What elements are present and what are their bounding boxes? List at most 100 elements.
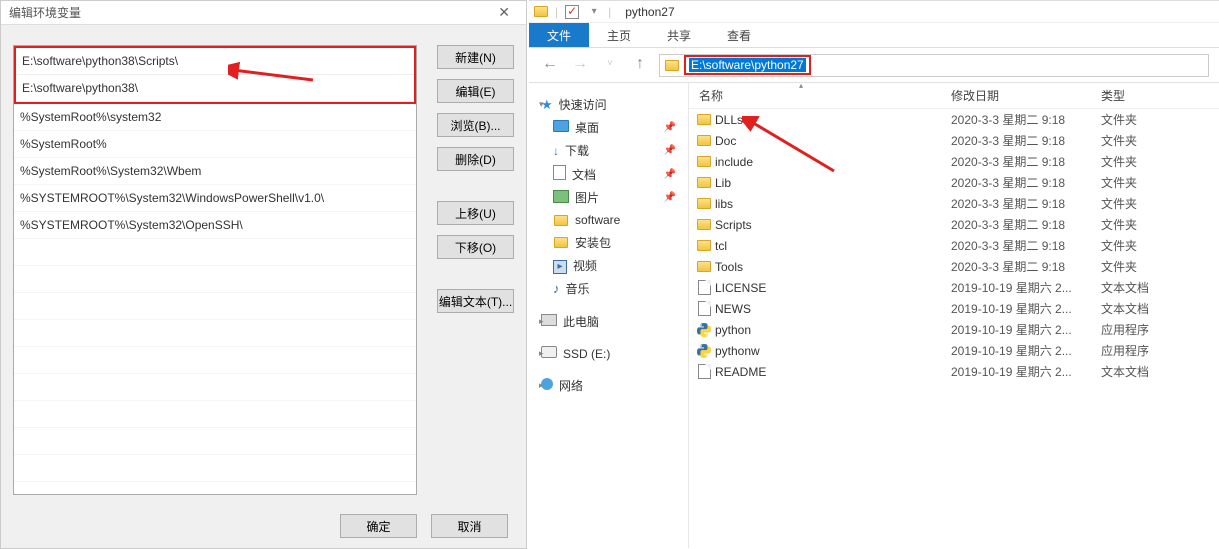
sidebar-item-software[interactable]: software [535,209,682,231]
file-row[interactable]: Scripts2020-3-3 星期二 9:18文件夹 [689,214,1219,235]
file-row[interactable]: Doc2020-3-3 星期二 9:18文件夹 [689,130,1219,151]
file-row[interactable]: pythonw2019-10-19 星期六 2...应用程序 [689,340,1219,361]
file-name: NEWS [713,302,951,316]
env-path-item[interactable]: %SystemRoot%\System32\Wbem [14,158,416,185]
col-name[interactable]: 名称 [695,87,951,104]
env-path-empty[interactable] [14,239,416,266]
tab-home[interactable]: 主页 [589,23,649,47]
env-path-empty[interactable] [14,401,416,428]
env-path-empty[interactable] [14,347,416,374]
sidebar-network[interactable]: ▸网络 [535,374,682,397]
env-path-item[interactable]: %SYSTEMROOT%\System32\OpenSSH\ [14,212,416,239]
python-icon [697,323,711,337]
download-icon [553,144,559,158]
file-type: 文件夹 [1101,111,1181,128]
env-path-empty[interactable] [14,482,416,495]
file-row[interactable]: tcl2020-3-3 星期二 9:18文件夹 [689,235,1219,256]
pin-icon: 📌 [664,122,676,133]
separator: | [555,5,558,19]
separator: | [608,5,611,19]
sidebar-label: 图片 [575,189,599,206]
pin-icon: 📌 [664,145,676,156]
col-type[interactable]: 类型 [1101,87,1181,104]
env-path-item[interactable]: %SYSTEMROOT%\System32\WindowsPowerShell\… [14,185,416,212]
move-down-button[interactable]: 下移(O) [437,235,514,259]
env-path-list[interactable]: E:\software\python38\Scripts\ E:\softwar… [13,45,417,495]
sidebar-item-pictures[interactable]: 图片 📌 [535,186,682,209]
nav-toolbar: ← → ˅ ↑ E:\software\python27 [529,48,1219,83]
new-button[interactable]: 新建(N) [437,45,514,69]
env-path-item[interactable]: %SystemRoot% [14,131,416,158]
file-row[interactable]: python2019-10-19 星期六 2...应用程序 [689,319,1219,340]
sidebar-item-videos[interactable]: 视频 [535,254,682,277]
ok-button[interactable]: 确定 [340,514,417,538]
edit-text-button[interactable]: 编辑文本(T)... [437,289,514,313]
file-row[interactable]: include2020-3-3 星期二 9:18文件夹 [689,151,1219,172]
file-name: Lib [713,176,951,190]
env-path-item[interactable]: %SystemRoot%\system32 [14,104,416,131]
file-row[interactable]: NEWS2019-10-19 星期六 2...文本文档 [689,298,1219,319]
address-bar[interactable]: E:\software\python27 [659,54,1209,77]
up-button[interactable]: ↑ [629,54,651,76]
sidebar-label: 此电脑 [563,313,599,330]
dropdown-icon[interactable]: ▾ [586,4,602,20]
sidebar-this-pc[interactable]: ▸ 此电脑 [535,310,682,333]
tab-view[interactable]: 查看 [709,23,769,47]
file-row[interactable]: Tools2020-3-3 星期二 9:18文件夹 [689,256,1219,277]
env-path-empty[interactable] [14,293,416,320]
file-date: 2020-3-3 星期二 9:18 [951,216,1101,233]
file-explorer: | ▾ | python27 文件 主页 共享 查看 ← → ˅ ↑ E:\so… [529,0,1219,549]
sidebar-item-desktop[interactable]: 桌面 📌 [535,116,682,139]
sidebar-label: 文档 [572,166,596,183]
cancel-button[interactable]: 取消 [431,514,508,538]
env-path-item[interactable]: E:\software\python38\ [16,75,414,102]
tab-share[interactable]: 共享 [649,23,709,47]
sidebar-item-documents[interactable]: 文档 📌 [535,162,682,186]
file-type: 文件夹 [1101,153,1181,170]
sidebar-label: 桌面 [575,119,599,136]
tab-file[interactable]: 文件 [529,23,589,47]
forward-button[interactable]: → [569,54,591,76]
env-path-empty[interactable] [14,266,416,293]
delete-button[interactable]: 删除(D) [437,147,514,171]
chevron-right-icon: ▸ [539,316,544,327]
address-text[interactable]: E:\software\python27 [689,58,806,72]
file-row[interactable]: Lib2020-3-3 星期二 9:18文件夹 [689,172,1219,193]
back-button[interactable]: ← [539,54,561,76]
browse-button[interactable]: 浏览(B)... [437,113,514,137]
document-icon [696,301,712,317]
file-row[interactable]: libs2020-3-3 星期二 9:18文件夹 [689,193,1219,214]
env-path-empty[interactable] [14,320,416,347]
file-type: 文件夹 [1101,174,1181,191]
file-date: 2020-3-3 星期二 9:18 [951,153,1101,170]
sidebar-item-music[interactable]: 音乐 [535,277,682,300]
env-path-empty[interactable] [14,374,416,401]
env-path-empty[interactable] [14,455,416,482]
recent-dropdown-icon[interactable]: ˅ [599,54,621,76]
move-up-button[interactable]: 上移(U) [437,201,514,225]
file-name: README [713,365,951,379]
sidebar-item-downloads[interactable]: 下载📌 [535,139,682,162]
properties-icon[interactable] [564,4,580,20]
file-name: Tools [713,260,951,274]
folder-icon [664,57,680,73]
pin-icon: 📌 [664,192,676,203]
col-date[interactable]: 修改日期 [951,87,1101,104]
edit-button[interactable]: 编辑(E) [437,79,514,103]
env-path-item[interactable]: E:\software\python38\Scripts\ [16,48,414,75]
folder-icon [696,133,712,149]
sidebar-label: 快速访问 [559,96,607,113]
pin-icon: 📌 [664,169,676,180]
close-icon[interactable]: ✕ [490,4,518,21]
sidebar-label: software [575,213,620,227]
sidebar-item-packages[interactable]: 安装包 [535,231,682,254]
file-row[interactable]: README2019-10-19 星期六 2...文本文档 [689,361,1219,382]
sidebar-quick-access[interactable]: ▾快速访问 [535,93,682,116]
window-title: python27 [625,5,674,19]
env-path-empty[interactable] [14,428,416,455]
file-name: Scripts [713,218,951,232]
file-row[interactable]: LICENSE2019-10-19 星期六 2...文本文档 [689,277,1219,298]
file-date: 2020-3-3 星期二 9:18 [951,111,1101,128]
sidebar-ssd[interactable]: ▸SSD (E:) [535,343,682,364]
file-row[interactable]: DLLs2020-3-3 星期二 9:18文件夹 [689,109,1219,130]
